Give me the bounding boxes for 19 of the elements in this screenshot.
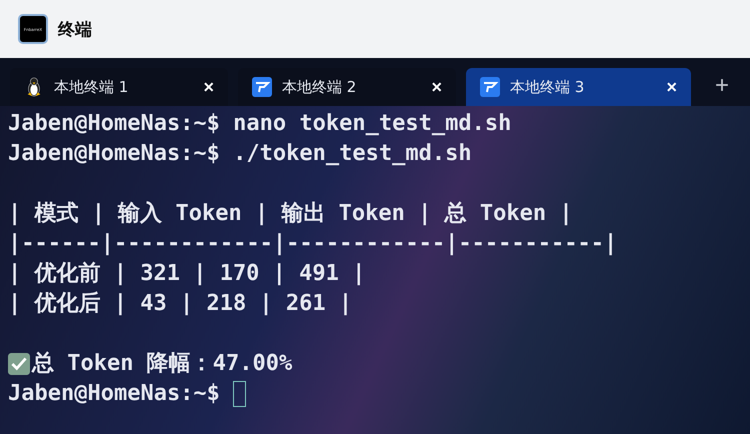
terminal-line: Jaben@HomeNas:~$ [8,379,750,409]
terminal-line: | 优化前 | 321 | 170 | 491 | [8,260,366,288]
app-logo-icon [252,77,272,97]
terminal-tab[interactable]: 本地终端 1 × [10,68,228,106]
terminal-line: Jaben@HomeNas:~$ nano token_test_md.sh [8,110,512,138]
close-tab-button[interactable]: × [662,76,681,98]
terminal-tab[interactable]: 本地终端 2 × [238,68,456,106]
checkmark-icon [8,353,30,375]
new-tab-button[interactable]: + [709,72,736,106]
terminal-line: | 优化后 | 43 | 218 | 261 | [8,290,354,318]
app-logo-icon [480,77,500,97]
window-title: 终端 [58,18,92,40]
close-tab-button[interactable]: × [199,76,218,98]
terminal-line: |------|------------|------------|-----------| [8,230,618,258]
terminal-line: | 模式 | 输入 Token | 输出 Token | 总 Token | [8,200,574,228]
terminal-line: 总 Token 降幅：47.00% [32,350,292,378]
terminal-tab[interactable]: 本地终端 3 × [466,68,691,106]
close-tab-button[interactable]: × [427,76,446,98]
terminal-line: Jaben@HomeNas:~$ ./token_test_md.sh [8,140,473,168]
